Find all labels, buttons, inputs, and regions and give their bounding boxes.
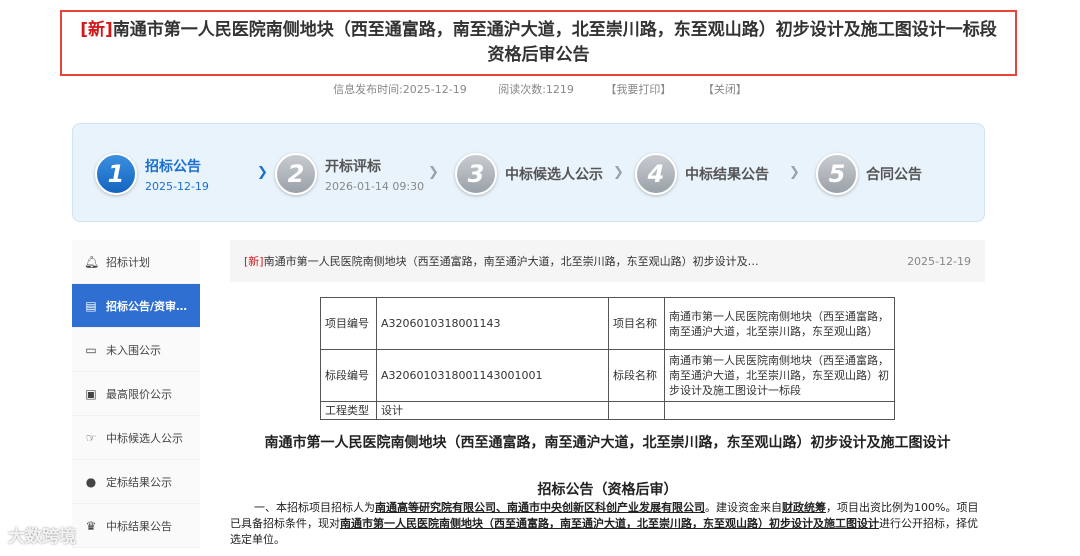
table-row: 项目编号 A3206010318001143 项目名称 南通市第一人民医院南侧地… — [320, 297, 895, 350]
step-number-circle: 5 — [816, 153, 858, 195]
table-value: 南通市第一人民医院南侧地块（西至通富路，南至通沪大道，北至崇川路，东至观山路） — [664, 297, 895, 350]
briefcase-icon: ▭ — [85, 342, 97, 357]
announcement-title-text: 南通市第一人民医院南侧地块（西至通富路，南至通沪大道，北至崇川路，东至观山路）初… — [263, 255, 759, 268]
step-date: 2025-12-19 — [145, 179, 209, 193]
hand-pointer-icon: ☞ — [85, 430, 97, 445]
sidebar-item-label: 未入围公示 — [106, 343, 161, 357]
sidebar-item-winning-result[interactable]: ♛ 中标结果公告 — [72, 504, 200, 548]
step-number-circle: 1 — [95, 153, 137, 195]
step-name: 中标结果公告 — [685, 167, 769, 183]
chevron-right-icon: ❯ — [789, 165, 800, 180]
step-3[interactable]: 3 中标候选人公示 — [455, 151, 603, 197]
sidebar-item-label: 定标结果公示 — [106, 475, 172, 489]
table-value: 设计 — [376, 401, 609, 420]
trophy-icon: ♛ — [85, 518, 97, 533]
paragraph-text: 。建设资金来自 — [705, 501, 782, 514]
watermark-logo: 大数跨境 — [8, 527, 76, 547]
step-2[interactable]: 2 开标评标 2026-01-14 09:30 — [275, 151, 424, 197]
sidebar-item-max-price[interactable]: ▣ 最高限价公示 — [72, 372, 200, 416]
table-label: 项目编号 — [320, 297, 377, 350]
project-name: 南通市第一人民医院南侧地块（西至通富路，南至通沪大道，北至崇川路，东至观山路）初… — [340, 517, 879, 530]
page-title: [新]南通市第一人民医院南侧地块（西至通富路，南至通沪大道，北至崇川路，东至观山… — [79, 18, 999, 68]
table-value: A3206010318001143 — [376, 297, 609, 350]
step-name: 中标候选人公示 — [505, 167, 603, 183]
table-label: 标段名称 — [608, 349, 665, 402]
publish-time: 信息发布时间:2025-12-19 — [333, 83, 467, 96]
document-subtitle: 招标公告（资格后审） — [537, 482, 678, 498]
step-4[interactable]: 4 中标结果公告 — [635, 151, 769, 197]
sidebar-item-label: 招标计划 — [106, 255, 150, 269]
step-number-circle: 2 — [275, 153, 317, 195]
price-tag-icon: ▣ — [85, 386, 97, 401]
user-icon: ● — [85, 474, 97, 489]
step-date: 2026-01-14 09:30 — [325, 179, 425, 193]
step-name: 招标公告 — [145, 158, 201, 175]
paragraph-text: 一、本招标项目招标人为 — [254, 501, 375, 514]
sidebar-item-tender-notice[interactable]: ▤ 招标公告/资审… — [72, 284, 200, 328]
step-number-circle: 3 — [455, 153, 497, 195]
chevron-right-icon: ❯ — [257, 165, 268, 180]
sidebar-item-label: 最高限价公示 — [106, 387, 172, 401]
page-title-text: 南通市第一人民医院南侧地块（西至通富路，南至通沪大道，北至崇川路，东至观山路）初… — [112, 20, 997, 65]
table-empty-cell — [608, 401, 665, 420]
announcement-title: [新]南通市第一人民医院南侧地块（西至通富路，南至通沪大道，北至崇川路，东至观山… — [244, 253, 804, 269]
new-tag: [新] — [80, 20, 113, 40]
step-5[interactable]: 5 合同公告 — [816, 151, 922, 197]
step-1[interactable]: 1 招标公告 2025-12-19 — [95, 151, 209, 197]
project-info-table: 项目编号 A3206010318001143 项目名称 南通市第一人民医院南侧地… — [320, 297, 895, 420]
sidebar-item-candidates[interactable]: ☞ 中标候选人公示 — [72, 416, 200, 460]
table-value: A3206010318001143001001 — [376, 349, 609, 402]
step-name: 开标评标 — [325, 158, 381, 175]
announcement-date: 2025-12-19 — [907, 254, 971, 268]
document-title: 南通市第一人民医院南侧地块（西至通富路，南至通沪大道，北至崇川路，东至观山路）初… — [264, 435, 951, 451]
new-tag: [新] — [244, 255, 264, 268]
table-label: 工程类型 — [320, 401, 377, 420]
progress-tracker: 1 招标公告 2025-12-19 ❯ 2 开标评标 2026-01-14 09… — [72, 123, 985, 222]
bell-icon: 🔔︎ — [84, 254, 100, 269]
document-icon: ▤ — [85, 298, 97, 313]
table-row: 工程类型 设计 — [320, 401, 895, 420]
close-link[interactable]: 【关闭】 — [703, 83, 747, 96]
print-link[interactable]: 【我要打印】 — [605, 83, 671, 96]
view-count: 阅读次数:1219 — [498, 83, 574, 96]
sidebar-item-label: 中标候选人公示 — [106, 431, 183, 445]
table-label: 标段编号 — [320, 349, 377, 402]
table-row: 标段编号 A3206010318001143001001 标段名称 南通市第一人… — [320, 349, 895, 402]
title-highlight-box: [新]南通市第一人民医院南侧地块（西至通富路，南至通沪大道，北至崇川路，东至观山… — [60, 10, 1017, 76]
tenderer-name: 南通高等研究院有限公司、南通市中央创新区科创产业发展有限公司 — [375, 501, 705, 514]
step-number-circle: 4 — [635, 153, 677, 195]
sidebar-item-not-shortlisted[interactable]: ▭ 未入围公示 — [72, 328, 200, 372]
sidebar-item-label: 中标结果公告 — [106, 519, 172, 533]
chevron-right-icon: ❯ — [428, 165, 439, 180]
table-label: 项目名称 — [608, 297, 665, 350]
step-name: 合同公告 — [866, 167, 922, 183]
table-value: 南通市第一人民医院南侧地块（西至通富路，南至通沪大道，北至崇川路，东至观山路）初… — [664, 349, 895, 402]
sidebar-item-bidding-plan[interactable]: 🔔︎ 招标计划 — [72, 240, 200, 284]
sidebar: 🔔︎ 招标计划 ▤ 招标公告/资审… ▭ 未入围公示 ▣ 最高限价公示 ☞ 中标… — [72, 240, 200, 548]
document-paragraph: 一、本招标项目招标人为南通高等研究院有限公司、南通市中央创新区科创产业发展有限公… — [230, 500, 985, 548]
announcement-header: [新]南通市第一人民医院南侧地块（西至通富路，南至通沪大道，北至崇川路，东至观山… — [230, 240, 985, 282]
sidebar-item-label: 招标公告/资审… — [106, 299, 188, 313]
sidebar-item-award-result[interactable]: ● 定标结果公示 — [72, 460, 200, 504]
meta-bar: 信息发布时间:2025-12-19 阅读次数:1219 【我要打印】 【关闭】 — [0, 81, 1080, 97]
funding-source: 财政统筹 — [782, 501, 826, 514]
chevron-right-icon: ❯ — [613, 165, 624, 180]
table-empty-cell — [664, 401, 895, 420]
